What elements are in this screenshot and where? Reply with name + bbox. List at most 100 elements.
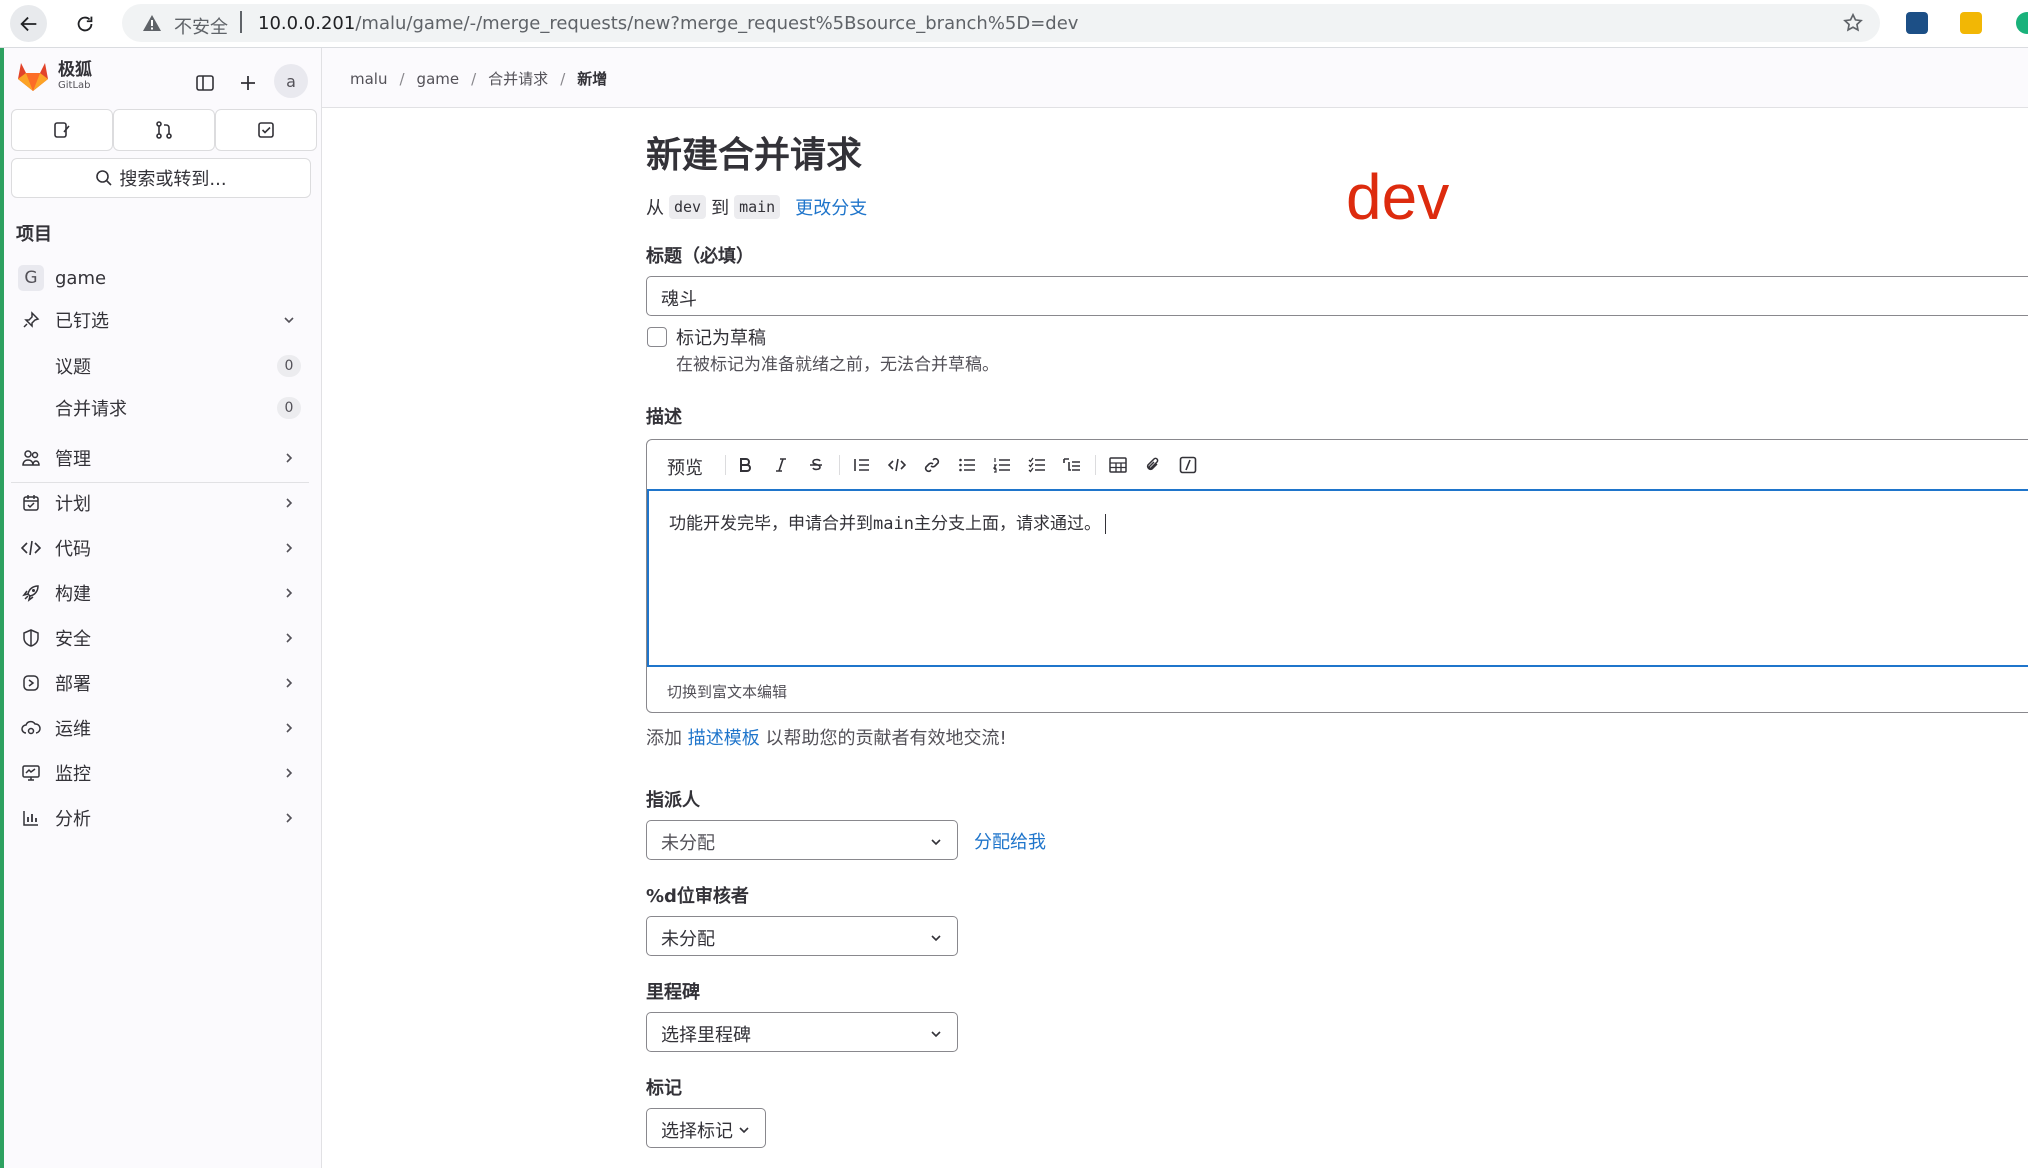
avatar-alt-text: a: [286, 71, 296, 91]
sidebar-item-issues[interactable]: 议题 0: [11, 346, 309, 386]
quote-button[interactable]: [850, 453, 874, 477]
help-prefix: 添加: [646, 728, 682, 749]
link-button[interactable]: [920, 453, 944, 477]
back-button[interactable]: [10, 5, 47, 42]
todos-shortcut-button[interactable]: [215, 109, 317, 151]
task-list-button[interactable]: [1025, 453, 1049, 477]
calendar-icon: [23, 495, 39, 511]
chevron-down-icon: [931, 1031, 941, 1038]
cloud-gear-icon: [21, 720, 41, 735]
section-heading: 项目: [16, 224, 52, 245]
labels-label: 标记: [646, 1078, 682, 1099]
bullet-list-icon: [959, 458, 975, 472]
sidebar-item-label: 代码: [55, 539, 91, 560]
draft-checkbox[interactable]: [647, 327, 667, 347]
description-template-link[interactable]: 描述模板: [688, 728, 760, 749]
rocket-icon: [22, 585, 39, 602]
chevron-right-icon: [286, 453, 293, 463]
rich-text-toggle[interactable]: 切换到富文本编辑: [667, 681, 787, 702]
table-icon: [1109, 457, 1127, 473]
collapsible-section-button[interactable]: [1060, 453, 1084, 477]
text-caret: [1104, 514, 1106, 534]
sidebar-item-analyze[interactable]: 分析: [11, 798, 309, 838]
issues-icon: [54, 122, 70, 138]
extension-icon[interactable]: [2016, 12, 2028, 34]
sidebar-item-project[interactable]: G game: [11, 258, 309, 298]
breadcrumb-link[interactable]: malu: [350, 70, 387, 88]
preview-tab[interactable]: 预览: [667, 454, 703, 480]
assignee-label: 指派人: [646, 790, 700, 811]
milestone-dropdown[interactable]: 选择里程碑: [646, 1012, 958, 1052]
title-label: 标题（必填）: [646, 246, 754, 267]
numbered-list-button[interactable]: [990, 453, 1014, 477]
sidebar-item-label: 分析: [55, 809, 91, 830]
sidebar-item-label: 计划: [55, 494, 91, 515]
milestone-label: 里程碑: [646, 982, 700, 1003]
milestone-value: 选择里程碑: [661, 1025, 751, 1046]
code-button[interactable]: [885, 453, 909, 477]
bold-button[interactable]: [733, 453, 757, 477]
address-bar[interactable]: 不安全 10.0.0.201/malu/game/-/merge_request…: [122, 4, 1880, 42]
code-icon: [21, 540, 41, 556]
sidebar-item-label: 合并请求: [55, 399, 127, 420]
sidebar-item-manage[interactable]: 管理: [11, 438, 309, 478]
brand-logo[interactable]: 极狐 GitLab: [16, 60, 92, 92]
deployments-icon: [23, 675, 39, 691]
reviewer-label: %d位审核者: [646, 886, 749, 907]
breadcrumb: malu / game / 合并请求 / 新增: [350, 68, 607, 89]
breadcrumb-link[interactable]: 合并请求: [488, 68, 548, 89]
merge-requests-shortcut-button[interactable]: [113, 109, 215, 151]
sidebar-item-pinned[interactable]: 已钉选: [11, 300, 309, 340]
pin-icon: [23, 311, 40, 328]
title-input[interactable]: 魂斗: [646, 276, 2028, 316]
slash-command-icon: [1179, 456, 1197, 474]
strikethrough-button[interactable]: [804, 453, 828, 477]
change-branches-link[interactable]: 更改分支: [795, 194, 867, 220]
italic-icon: [776, 458, 786, 472]
create-new-button[interactable]: [231, 66, 265, 100]
sidebar-item-code[interactable]: 代码: [11, 528, 309, 568]
sidebar-item-label: 管理: [55, 449, 91, 470]
attach-file-button[interactable]: [1141, 453, 1165, 477]
sidebar-item-build[interactable]: 构建: [11, 573, 309, 613]
description-textarea[interactable]: 功能开发完毕，申请合并到main主分支上面，请求通过。: [647, 489, 2028, 667]
issues-shortcut-button[interactable]: [11, 109, 113, 151]
breadcrumb-link[interactable]: game: [417, 70, 460, 88]
search-button[interactable]: 搜索或转到...: [11, 158, 311, 198]
sidebar-item-label: 安全: [55, 629, 91, 650]
breadcrumb-current[interactable]: 新增: [577, 68, 607, 89]
source-branch: dev: [669, 195, 707, 219]
bullet-list-button[interactable]: [955, 453, 979, 477]
user-avatar[interactable]: a: [274, 64, 308, 98]
bookmark-star-icon[interactable]: [1842, 12, 1864, 34]
chevron-right-icon: [286, 813, 293, 823]
reload-button[interactable]: [66, 5, 103, 42]
assign-to-me-link[interactable]: 分配给我: [974, 828, 1046, 854]
quick-actions-button[interactable]: [1176, 453, 1200, 477]
collapse-sidebar-button[interactable]: [188, 66, 222, 100]
sidebar-item-plan[interactable]: 计划: [11, 483, 309, 523]
extension-icon[interactable]: [1960, 12, 1982, 34]
overlay-annotation: dev: [1346, 161, 1450, 233]
plus-icon: [241, 76, 255, 90]
description-template-help: 添加 描述模板 以帮助您的贡献者有效地交流!: [646, 724, 1007, 750]
italic-button[interactable]: [769, 453, 793, 477]
sidebar-item-label: 议题: [55, 357, 91, 378]
reviewer-value: 未分配: [661, 929, 715, 950]
sidebar-item-deploy[interactable]: 部署: [11, 663, 309, 703]
extension-icon[interactable]: [1906, 12, 1928, 34]
chevron-right-icon: [286, 588, 293, 598]
count-badge: 0: [277, 355, 301, 377]
sidebar-item-merge-requests[interactable]: 合并请求 0: [11, 388, 309, 428]
sidebar-item-operate[interactable]: 运维: [11, 708, 309, 748]
table-button[interactable]: [1106, 453, 1130, 477]
strikethrough-icon: [810, 458, 822, 471]
reviewer-dropdown[interactable]: 未分配: [646, 916, 958, 956]
arrow-left-icon: [19, 16, 36, 31]
draft-label[interactable]: 标记为草稿: [676, 324, 766, 350]
assignee-dropdown[interactable]: 未分配: [646, 820, 958, 860]
labels-dropdown[interactable]: 选择标记: [646, 1108, 766, 1148]
sidebar-item-security[interactable]: 安全: [11, 618, 309, 658]
sidebar-item-monitor[interactable]: 监控: [11, 753, 309, 793]
help-suffix: 以帮助您的贡献者有效地交流!: [765, 728, 1007, 749]
